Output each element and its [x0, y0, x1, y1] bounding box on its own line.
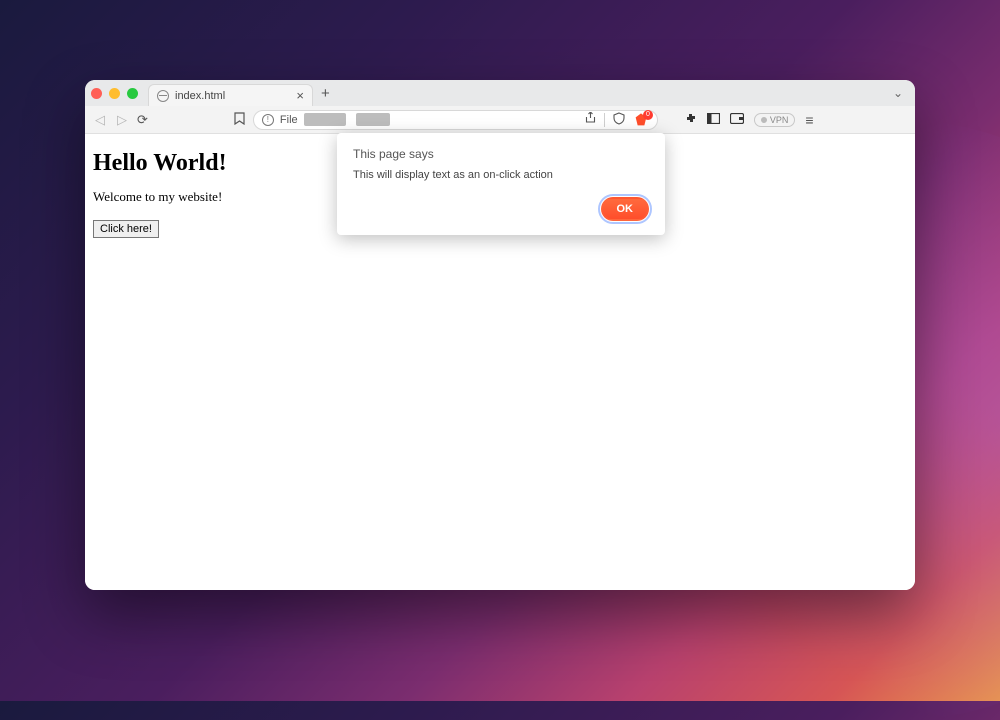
alert-ok-button[interactable]: OK — [601, 197, 650, 221]
url-redacted-segment — [304, 113, 346, 126]
maximize-window-button[interactable] — [127, 88, 138, 99]
app-menu-button[interactable]: ≡ — [805, 112, 813, 128]
close-tab-button[interactable]: × — [296, 88, 304, 103]
reload-button[interactable]: ⟳ — [137, 112, 148, 128]
vpn-status-dot — [761, 117, 767, 123]
close-window-button[interactable] — [91, 88, 102, 99]
vpn-button[interactable]: VPN — [754, 113, 796, 127]
click-here-button[interactable]: Click here! — [93, 220, 159, 238]
divider — [604, 113, 605, 127]
minimize-window-button[interactable] — [109, 88, 120, 99]
url-scheme-label: File — [280, 114, 298, 126]
browser-tab[interactable]: index.html × — [148, 84, 313, 106]
toolbar: ◁ ▷ ⟳ ! File 0 — [85, 106, 915, 134]
wallet-icon[interactable] — [730, 113, 744, 127]
brave-badge: 0 — [643, 110, 653, 120]
site-info-icon[interactable]: ! — [262, 114, 274, 126]
address-bar[interactable]: ! File 0 — [253, 110, 658, 130]
vpn-label: VPN — [770, 115, 789, 125]
tab-title: index.html — [175, 90, 225, 102]
share-icon[interactable] — [585, 112, 596, 127]
window-controls — [91, 88, 138, 99]
url-redacted-segment — [356, 113, 390, 126]
tab-bar: index.html × + ⌄ — [85, 80, 915, 106]
bookmark-button[interactable] — [234, 112, 245, 128]
shields-icon[interactable] — [613, 112, 625, 128]
tabs-overflow-button[interactable]: ⌄ — [893, 86, 903, 100]
javascript-alert-dialog: This page says This will display text as… — [337, 133, 665, 235]
forward-button[interactable]: ▷ — [115, 112, 129, 128]
sidebar-panel-icon[interactable] — [707, 113, 720, 127]
extensions-icon[interactable] — [684, 112, 697, 128]
brave-rewards-icon[interactable]: 0 — [633, 112, 649, 128]
alert-message: This will display text as an on-click ac… — [353, 169, 649, 181]
alert-title: This page says — [353, 147, 649, 161]
globe-icon — [157, 90, 169, 102]
new-tab-button[interactable]: + — [313, 85, 338, 102]
back-button[interactable]: ◁ — [93, 112, 107, 128]
